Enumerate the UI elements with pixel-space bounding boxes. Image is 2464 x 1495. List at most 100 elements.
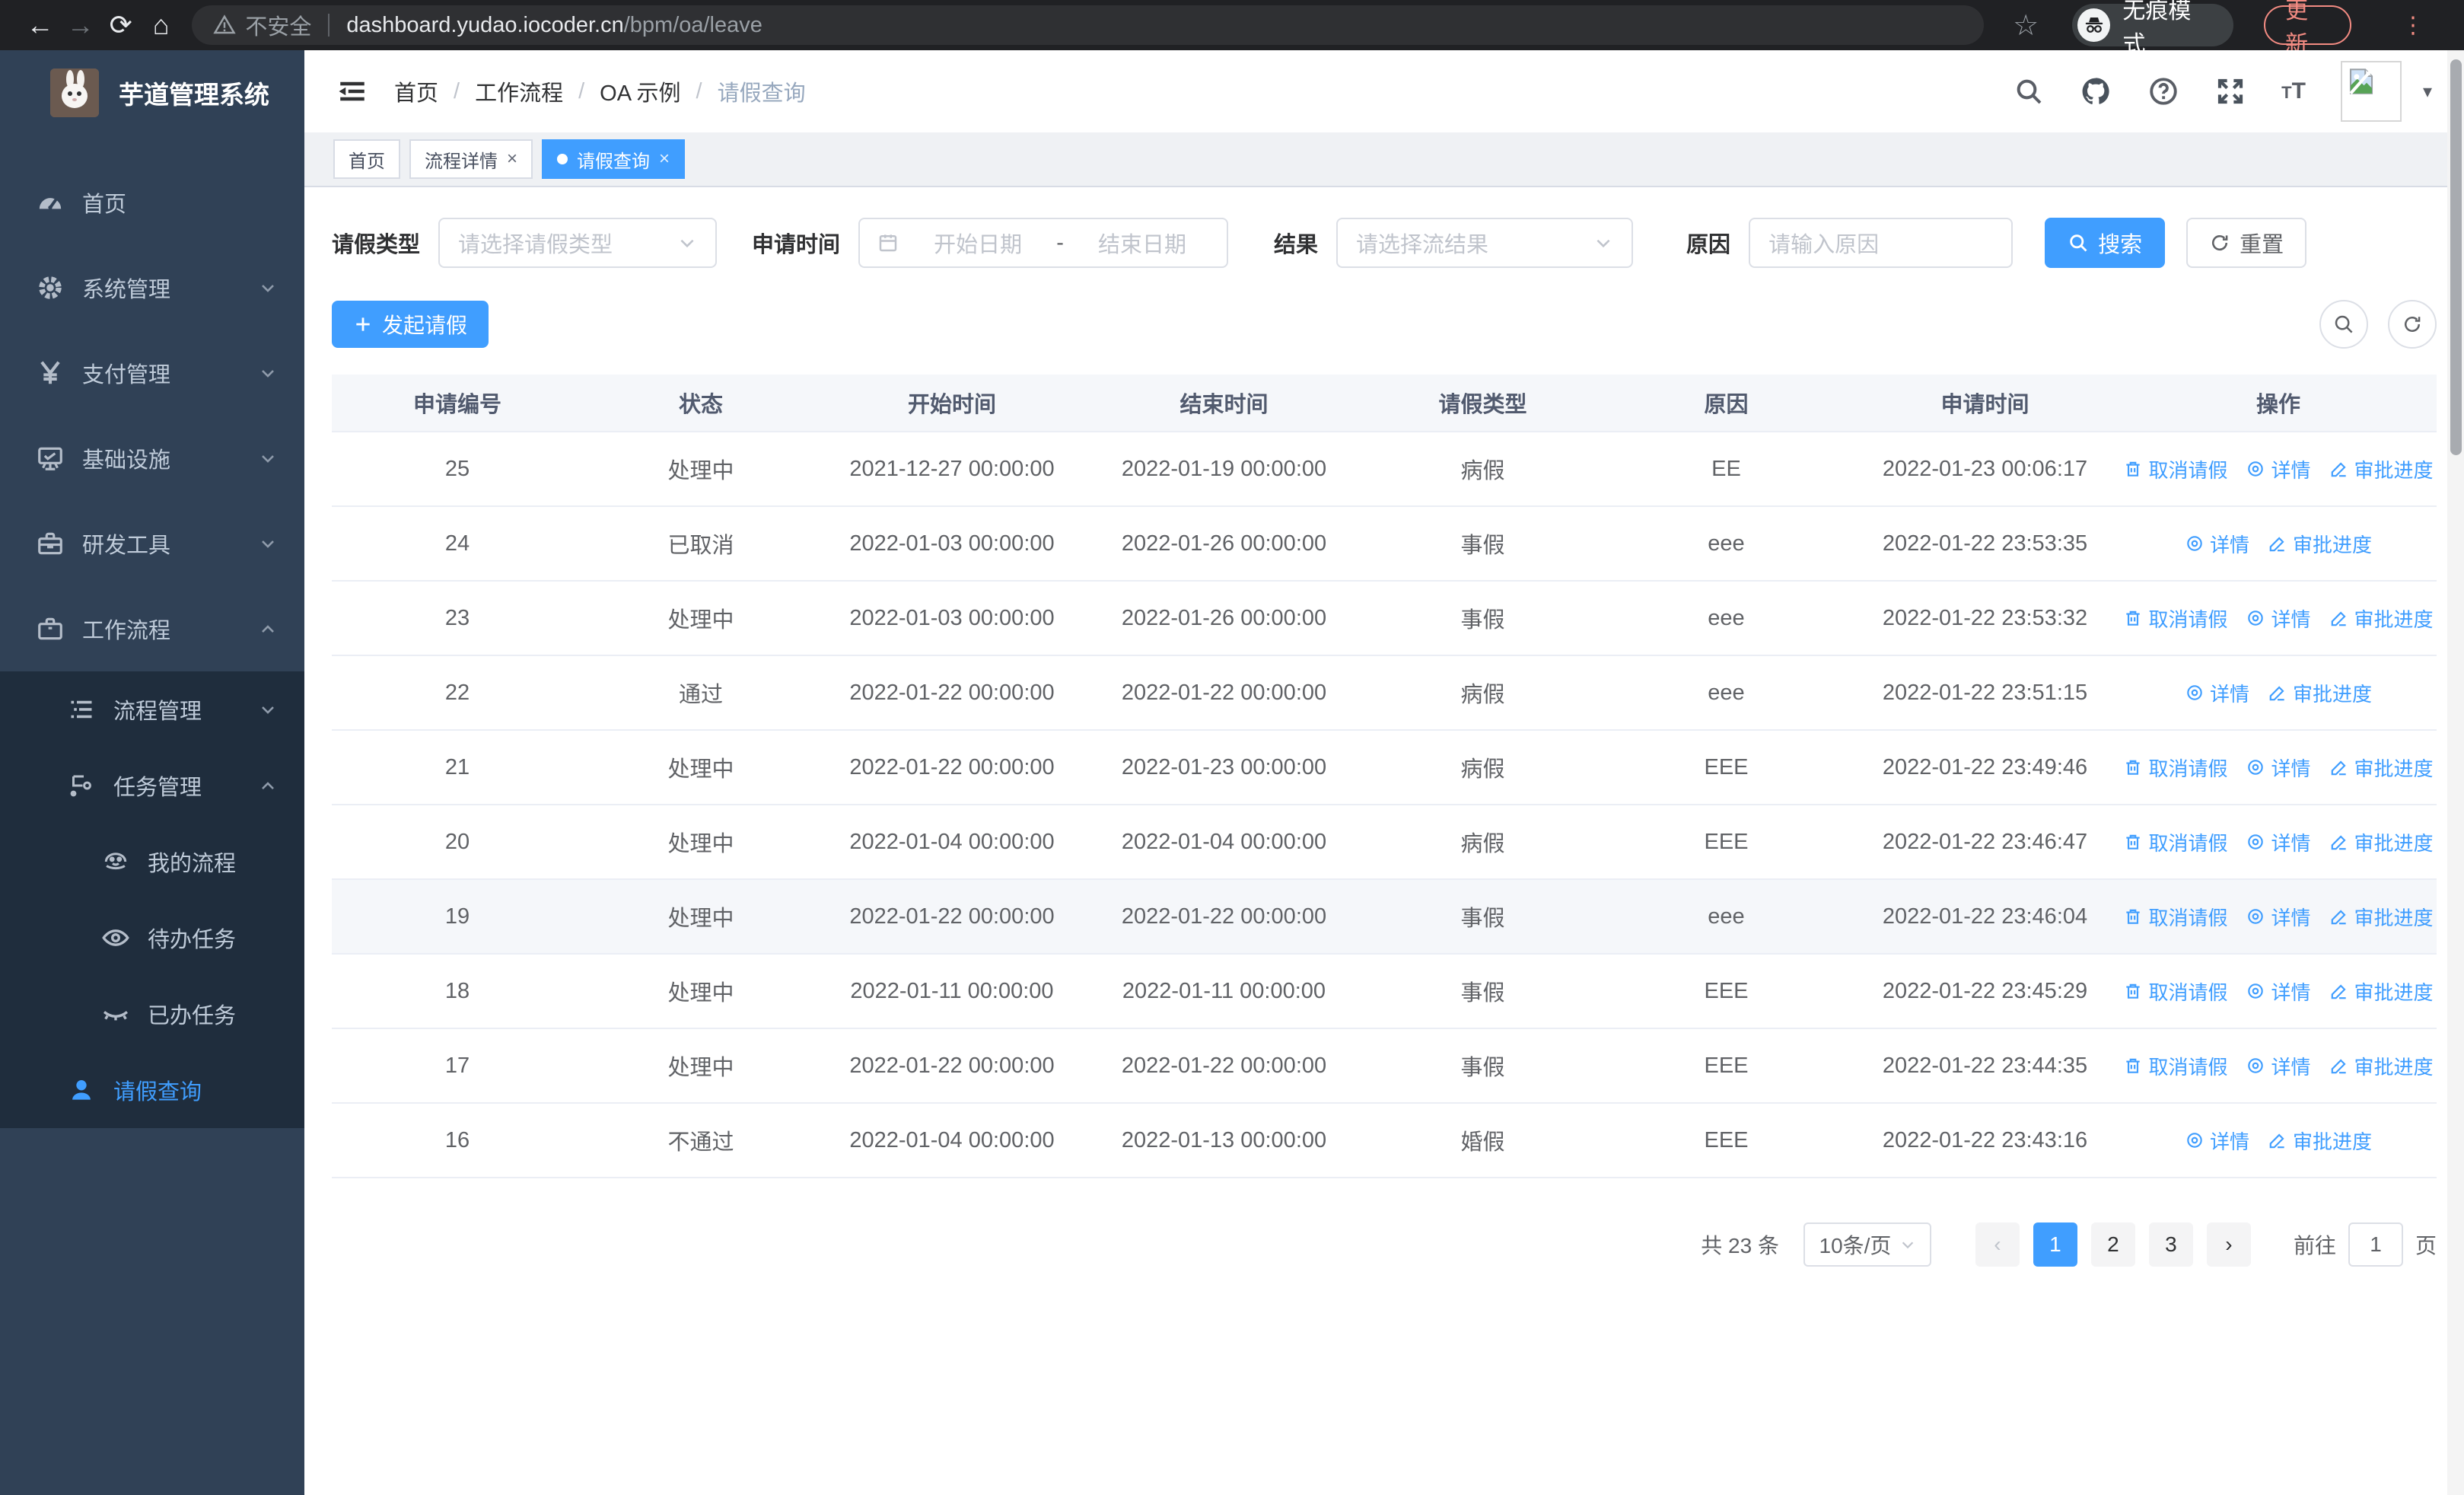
goto-page-input[interactable]: 1: [2348, 1222, 2403, 1267]
collapse-sidebar-icon[interactable]: [336, 75, 368, 107]
cancel-leave-link[interactable]: 取消请假: [2123, 977, 2227, 1006]
detail-link[interactable]: 详情: [2246, 754, 2311, 782]
flow-list-icon: [65, 693, 98, 726]
bookmark-star-icon[interactable]: ☆: [2013, 8, 2039, 43]
approval-progress-link[interactable]: 审批进度: [2329, 455, 2434, 483]
home-icon[interactable]: ⌂: [141, 9, 181, 41]
cell-reason: EEE: [1704, 978, 1749, 1003]
approval-progress-link[interactable]: 审批进度: [2329, 754, 2434, 782]
sidebar-item-待办任务[interactable]: 待办任务: [0, 900, 304, 976]
sidebar-item-label: 首页: [82, 193, 127, 217]
view-icon: [2185, 683, 2205, 703]
app-logo[interactable]: 芋道管理系统: [0, 50, 304, 135]
approval-progress-link[interactable]: 审批进度: [2329, 903, 2434, 931]
approval-progress-link[interactable]: 审批进度: [2329, 977, 2434, 1006]
page-scrollbar[interactable]: [2447, 50, 2464, 1495]
detail-link[interactable]: 详情: [2185, 679, 2249, 707]
page-button-3[interactable]: 3: [2148, 1222, 2193, 1267]
approval-progress-link[interactable]: 审批进度: [2329, 604, 2434, 633]
sidebar-item-支付管理[interactable]: 支付管理: [0, 330, 304, 416]
detail-link[interactable]: 详情: [2246, 604, 2311, 633]
tab-首页[interactable]: 首页: [333, 139, 400, 179]
tab-请假查询[interactable]: 请假查询 ×: [542, 139, 686, 179]
tab-流程详情[interactable]: 流程详情 ×: [409, 139, 533, 179]
sidebar-item-系统管理[interactable]: 系统管理: [0, 245, 304, 330]
sidebar-item-基础设施[interactable]: 基础设施: [0, 416, 304, 501]
breadcrumb-item-2[interactable]: 工作流程: [475, 75, 563, 107]
approval-progress-link[interactable]: 审批进度: [2268, 679, 2372, 707]
detail-link[interactable]: 详情: [2246, 1052, 2311, 1080]
breadcrumb-item-1[interactable]: 首页: [394, 75, 438, 107]
page-button-2[interactable]: 2: [2090, 1222, 2135, 1267]
reason-input[interactable]: 请输入原因: [1749, 218, 2014, 268]
leave-type-select[interactable]: 请选择请假类型: [438, 218, 718, 268]
cancel-leave-link[interactable]: 取消请假: [2123, 1052, 2227, 1080]
approval-progress-link[interactable]: 审批进度: [2268, 1127, 2372, 1155]
view-icon: [2246, 459, 2265, 479]
search-button[interactable]: 搜索: [2045, 218, 2166, 268]
page-size-select[interactable]: 10条/页: [1803, 1222, 1931, 1267]
column-header-7: 申请时间: [1940, 393, 2029, 417]
page-number-list: 123: [2020, 1222, 2193, 1267]
sidebar-item-工作流程[interactable]: 工作流程: [0, 586, 304, 671]
apply-time-range-picker[interactable]: 开始日期 - 结束日期: [858, 218, 1229, 268]
approval-progress-link[interactable]: 审批进度: [2268, 530, 2372, 558]
result-select[interactable]: 请选择流结果: [1336, 218, 1634, 268]
approval-progress-link[interactable]: 审批进度: [2329, 828, 2434, 856]
cell-reason: eee: [1708, 680, 1745, 705]
action-label: 取消请假: [2148, 607, 2228, 631]
cell-status: 处理中: [667, 981, 734, 1006]
cancel-leave-link[interactable]: 取消请假: [2123, 903, 2227, 931]
cancel-leave-link[interactable]: 取消请假: [2123, 828, 2227, 856]
detail-link[interactable]: 详情: [2246, 455, 2311, 483]
cell-status: 处理中: [667, 907, 734, 931]
close-tab-icon[interactable]: ×: [659, 148, 670, 170]
reload-icon[interactable]: ⟳: [100, 9, 141, 41]
avatar[interactable]: [2340, 61, 2402, 122]
scrollbar-thumb[interactable]: [2450, 59, 2462, 455]
page-button-1[interactable]: 1: [2033, 1222, 2077, 1267]
help-icon[interactable]: [2147, 75, 2179, 107]
breadcrumb-item-3[interactable]: OA 示例: [600, 75, 680, 107]
search-icon[interactable]: [2014, 76, 2044, 107]
action-label: 详情: [2271, 757, 2311, 780]
reset-button[interactable]: 重置: [2186, 218, 2307, 268]
back-icon[interactable]: ←: [20, 9, 60, 41]
sidebar-item-已办任务[interactable]: 已办任务: [0, 976, 304, 1052]
next-page-button[interactable]: ›: [2206, 1222, 2251, 1267]
address-bar[interactable]: 不安全 dashboard.yudao.iocoder.cn/bpm/oa/le…: [192, 5, 1985, 45]
chevron-down-icon[interactable]: ▾: [2423, 81, 2432, 103]
sidebar-item-流程管理[interactable]: 流程管理: [0, 671, 304, 748]
cell-apply-time: 2022-01-22 23:44:35: [1882, 1053, 2088, 1078]
cancel-leave-link[interactable]: 取消请假: [2123, 754, 2227, 782]
refresh-table-button[interactable]: [2388, 300, 2437, 349]
font-size-icon[interactable]: TT: [2281, 78, 2306, 104]
browser-menu-icon[interactable]: ⋮: [2382, 5, 2444, 45]
toggle-search-button[interactable]: [2319, 300, 2368, 349]
sidebar-item-请假查询[interactable]: 请假查询: [0, 1052, 304, 1128]
cancel-leave-link[interactable]: 取消请假: [2123, 604, 2227, 633]
create-leave-button[interactable]: 发起请假: [332, 301, 489, 348]
view-icon: [2246, 757, 2265, 777]
detail-link[interactable]: 详情: [2246, 828, 2311, 856]
sidebar-item-首页[interactable]: 首页: [0, 160, 304, 245]
fullscreen-icon[interactable]: [2214, 75, 2246, 107]
detail-link[interactable]: 详情: [2185, 530, 2249, 558]
prev-page-button[interactable]: ‹: [1975, 1222, 2020, 1267]
approval-progress-link[interactable]: 审批进度: [2329, 1052, 2434, 1080]
edit-icon: [2268, 534, 2287, 553]
detail-link[interactable]: 详情: [2246, 903, 2311, 931]
sidebar-item-研发工具[interactable]: 研发工具: [0, 501, 304, 586]
cell-start-time: 2022-01-22 00:00:00: [849, 754, 1055, 779]
detail-link[interactable]: 详情: [2246, 977, 2311, 1006]
sidebar-item-任务管理[interactable]: 任务管理: [0, 748, 304, 824]
close-tab-icon[interactable]: ×: [507, 148, 517, 170]
detail-link[interactable]: 详情: [2185, 1127, 2249, 1155]
table-row: 20 处理中 2022-01-04 00:00:00 2022-01-04 00:00…: [332, 805, 2437, 880]
browser-update-button[interactable]: 更新: [2264, 0, 2352, 57]
cancel-leave-link[interactable]: 取消请假: [2123, 455, 2227, 483]
security-label[interactable]: 不安全: [245, 9, 311, 41]
sidebar-item-我的流程[interactable]: 我的流程: [0, 824, 304, 900]
github-icon[interactable]: [2079, 75, 2112, 108]
forward-icon[interactable]: →: [60, 9, 100, 41]
